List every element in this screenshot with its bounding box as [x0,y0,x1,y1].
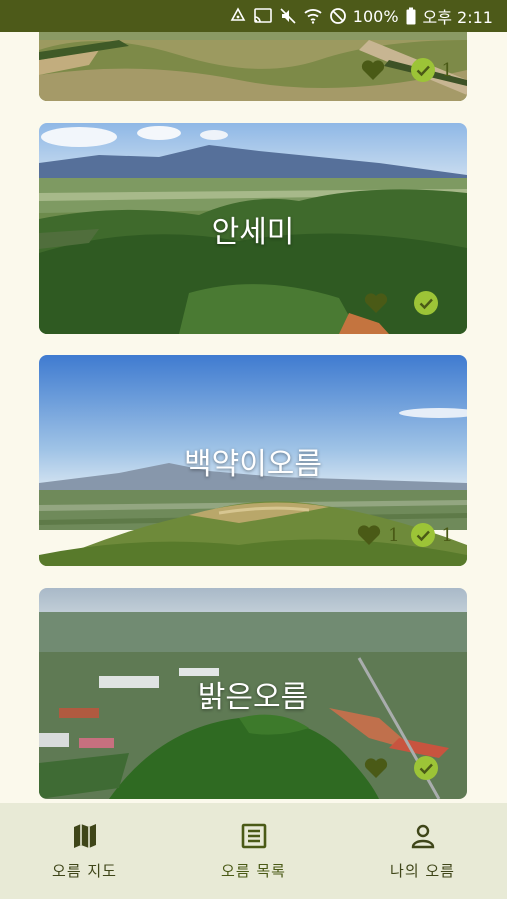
oreum-list[interactable]: 1 안세미 백약이오름 1 1 밝은오름 [0,32,507,803]
recycle-icon [229,7,247,25]
check-badge-icon[interactable] [410,522,436,548]
map-icon [73,823,96,848]
oreum-stats [363,290,453,316]
check-badge-icon[interactable] [413,755,439,781]
oreum-stats: 1 [360,57,453,83]
battery-percent: 100% [352,6,399,26]
nav-my-oreum[interactable]: 나의 오름 [338,803,507,899]
list-icon [241,823,266,848]
bottom-navigation: 오름 지도 오름 목록 나의 오름 [0,803,507,899]
oreum-stats: 1 1 [356,522,453,548]
heart-icon[interactable] [360,58,386,82]
nav-label: 나의 오름 [390,861,455,880]
check-badge-icon[interactable] [410,57,436,83]
heart-icon[interactable] [356,523,382,547]
clock: 오후 2:11 [422,8,493,27]
heart-icon[interactable] [363,756,389,780]
nav-oreum-list[interactable]: 오름 목록 [169,803,338,899]
oreum-stats [363,755,453,781]
do-not-disturb-icon [329,7,347,25]
nav-label: 오름 목록 [221,861,286,880]
battery-icon [405,7,417,25]
mute-icon [279,7,297,25]
nav-label: 오름 지도 [52,861,117,880]
check-badge-icon[interactable] [413,290,439,316]
like-count: 1 [388,524,400,546]
nav-oreum-map[interactable]: 오름 지도 [0,803,169,899]
oreum-card[interactable]: 밝은오름 [39,588,467,799]
wifi-icon [303,7,323,25]
oreum-card[interactable]: 백약이오름 1 1 [39,355,467,566]
status-bar: 100% 오후 2:11 [0,0,507,32]
oreum-name: 안세미 [211,215,295,250]
visit-count: 1 [441,524,453,546]
oreum-name: 밝은오름 [197,680,309,715]
oreum-card[interactable]: 안세미 [39,123,467,334]
person-icon [411,824,434,848]
heart-icon[interactable] [363,291,389,315]
oreum-name: 백약이오름 [184,447,322,482]
oreum-card[interactable]: 1 [39,32,467,101]
visit-count: 1 [441,59,453,81]
cast-icon [253,7,273,25]
